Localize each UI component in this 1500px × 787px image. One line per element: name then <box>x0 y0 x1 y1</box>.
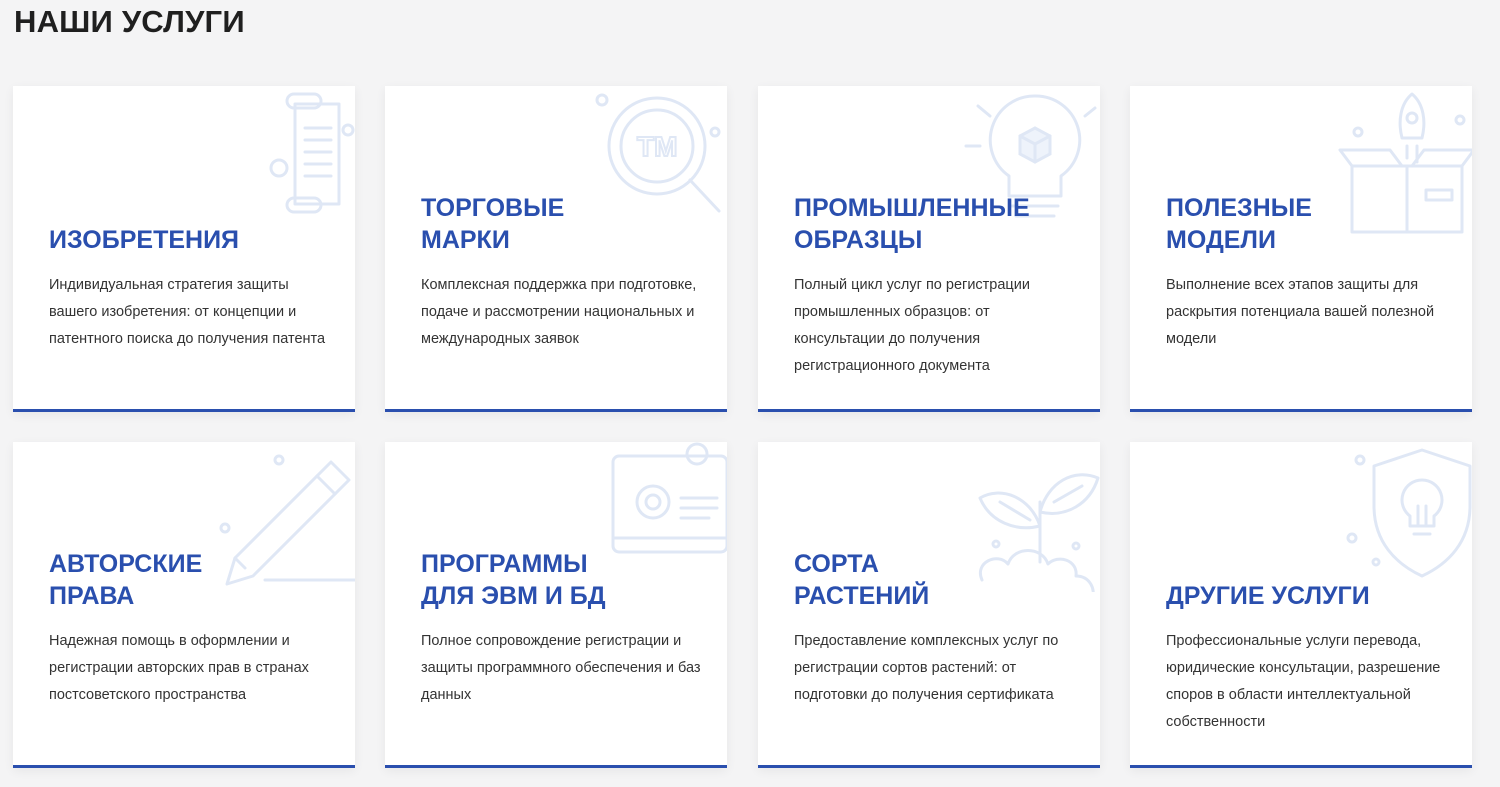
service-description: Предоставление комплексных услуг по реги… <box>794 633 1059 703</box>
service-description: Индивидуальная стратегия защиты вашего и… <box>49 277 326 347</box>
service-card-other[interactable]: Другие услуги Профессиональные услуги пе… <box>1130 442 1472 768</box>
services-grid: Изобретения Индивидуальная стратегия защ… <box>0 0 1500 787</box>
service-card-trademarks[interactable]: TM Торговые марки Комплексная поддержка … <box>385 86 727 412</box>
services-page: НАШИ УСЛУГИ Изобретения Индивид <box>0 0 1500 787</box>
service-title: Изобретения <box>49 226 240 254</box>
svg-text:TM: TM <box>637 131 677 162</box>
service-title: Полезные модели <box>1166 194 1312 254</box>
service-description: Комплексная поддержка при подготовке, по… <box>421 277 697 347</box>
service-description: Надежная помощь в оформлении и регистрац… <box>49 633 309 703</box>
service-description: Полное сопровождение регистрации и защит… <box>421 633 701 703</box>
service-description: Полный цикл услуг по регистрации промышл… <box>794 277 1030 374</box>
service-title: Сорта растений <box>794 550 930 610</box>
service-card-copyright[interactable]: Авторские права Надежная помощь в оформл… <box>13 442 355 768</box>
service-card-software[interactable]: Программы для ЭВМ и БД Полное сопровожде… <box>385 442 727 768</box>
service-description: Профессиональные услуги перевода, юридич… <box>1166 633 1441 730</box>
service-card-utility-models[interactable]: Полезные модели Выполнение всех этапов з… <box>1130 86 1472 412</box>
service-title: Авторские права <box>49 550 203 610</box>
service-card-inventions[interactable]: Изобретения Индивидуальная стратегия защ… <box>13 86 355 412</box>
service-title: Промышленные образцы <box>794 194 1030 254</box>
service-card-plant-varieties[interactable]: Сорта растений Предоставление комплексны… <box>758 442 1100 768</box>
service-title: Другие услуги <box>1166 582 1370 610</box>
service-title: Программы для ЭВМ и БД <box>421 550 606 610</box>
service-description: Выполнение всех этапов защиты для раскры… <box>1166 277 1435 347</box>
service-card-industrial-designs[interactable]: Промышленные образцы Полный цикл услуг п… <box>758 86 1100 412</box>
service-title: Торговые марки <box>421 194 565 254</box>
